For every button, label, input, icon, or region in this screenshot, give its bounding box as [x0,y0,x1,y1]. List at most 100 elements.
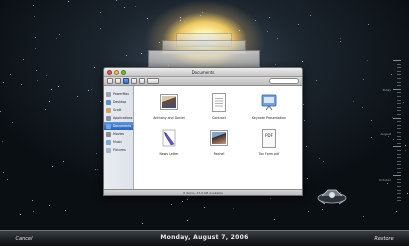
timeline-tick[interactable] [397,63,401,65]
finder-window: Documents PowerMac Desktop Scott Applicatio… [103,67,303,196]
star [36,80,38,82]
star [126,55,128,57]
timeline-tick[interactable] [397,196,401,198]
timeline-tick[interactable] [397,85,401,87]
timeline-tick[interactable] [397,70,401,72]
star [305,145,307,147]
timeline-tick[interactable] [397,92,401,94]
action-menu-button[interactable] [147,78,159,84]
star [32,211,34,213]
timeline-tick[interactable] [397,132,401,133]
sidebar-item-scott[interactable]: Scott [104,106,133,114]
star [233,208,235,210]
photo-icon [159,92,179,114]
timeline-tick[interactable] [397,178,401,180]
timeline-tick[interactable] [397,74,401,76]
star [49,101,51,103]
timeline-tick[interactable] [397,121,401,123]
timeline[interactable]: Today August October [379,60,401,210]
timeline-tick[interactable] [393,60,401,61]
sidebar-item-music[interactable]: Music [104,138,133,146]
timeline-tick[interactable] [397,150,401,151]
file-item[interactable]: Anthony and Daniel [144,92,194,120]
star [77,95,79,97]
timeline-tick[interactable] [397,168,401,169]
window-title: Documents [191,69,215,75]
timeline-tick[interactable] [397,128,401,130]
file-item[interactable]: PDF Tax Form.pdf [244,128,294,156]
star [405,150,407,152]
star [297,23,299,25]
star [267,31,268,32]
timeline-tick[interactable] [393,117,401,119]
sidebar-item-pictures[interactable]: Pictures [104,146,133,154]
sidebar-item-desktop[interactable]: Desktop [104,98,133,106]
star [396,211,398,213]
timeline-tick[interactable] [397,135,401,137]
timeline-tick[interactable] [393,146,401,148]
file-item[interactable]: Rachel [194,128,244,156]
star [68,0,70,2]
timeline-tick[interactable] [397,193,401,195]
timeline-tick[interactable] [397,81,401,83]
search-input[interactable] [269,78,299,84]
sidebar-item-movies[interactable]: Movies [104,130,133,138]
timeline-tick[interactable] [393,88,401,90]
timeline-tick[interactable] [397,67,401,69]
star [188,197,190,199]
star [11,122,13,124]
star [87,89,89,91]
timeline-tick[interactable] [397,110,401,112]
star [184,20,186,22]
timeline-tick[interactable] [397,157,401,159]
timeline-tick[interactable] [397,164,401,166]
star [50,88,52,90]
timeline-tick[interactable] [397,160,401,162]
star [301,60,303,62]
star [57,86,59,88]
column-view-button[interactable] [139,78,145,84]
star [0,111,2,113]
star [202,11,204,13]
file-name: Contract [212,116,226,120]
timeline-tick[interactable] [397,142,401,144]
timeline-tick[interactable] [397,139,401,141]
file-name: News Letter [159,152,179,156]
sidebar-item-powermac[interactable]: PowerMac [104,90,133,98]
timeline-tick[interactable] [397,186,401,187]
timeline-tick[interactable] [397,99,401,101]
star [116,0,118,1]
forward-button[interactable] [115,78,121,84]
file-item[interactable]: News Letter [144,128,194,156]
timeline-tick[interactable] [397,96,401,97]
timeline-tick[interactable] [397,103,401,105]
sidebar-item-label: Pictures [113,148,126,152]
timeline-tick[interactable] [397,182,401,184]
sidebar-item-label: Movies [113,132,125,136]
timeline-tick[interactable] [397,189,401,191]
list-view-button[interactable] [131,78,137,84]
timeline-tick[interactable] [397,124,401,126]
star [191,28,193,30]
timeline-tick[interactable] [397,153,401,155]
timeline-tick[interactable] [397,200,401,202]
sidebar-item-documents[interactable]: Documents [104,122,133,130]
sidebar-item-applications[interactable]: Applications [104,114,133,122]
star [307,178,308,180]
timeline-tick[interactable] [397,114,401,115]
star [141,222,143,224]
star [274,64,276,66]
timeline-tick[interactable] [397,78,401,79]
timeline-tick[interactable] [397,106,401,108]
desktop-icon [106,99,111,105]
timeline-tick[interactable] [397,171,401,173]
back-button[interactable] [107,78,113,84]
music-icon [106,139,111,145]
file-item[interactable]: Keynote Presentation [244,92,294,120]
timeline-tick[interactable] [393,175,401,177]
file-name: Anthony and Daniel [153,116,185,120]
icon-view-button[interactable] [123,78,129,84]
file-name: Keynote Presentation [252,116,286,120]
file-item[interactable]: Contract [194,92,244,120]
restore-button[interactable]: Restore [365,234,403,244]
